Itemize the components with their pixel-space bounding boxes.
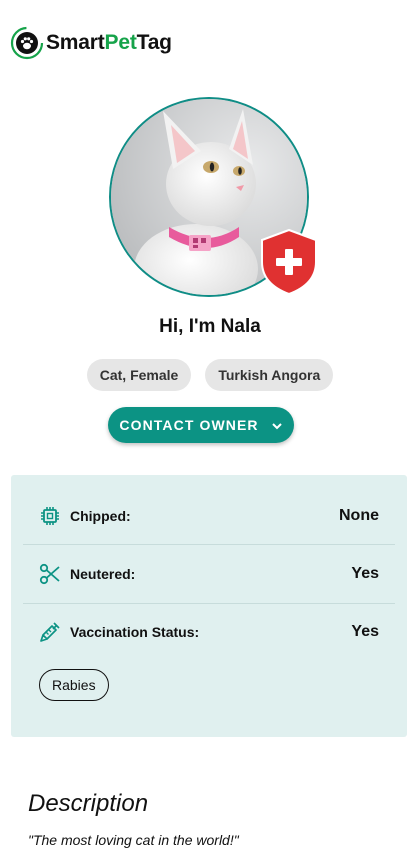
info-label-vaccination: Vaccination Status: (70, 624, 200, 640)
description-heading: Description (28, 790, 149, 817)
info-row-chipped: Chipped: None (23, 487, 395, 545)
pet-tags: Cat, Female Turkish Angora (0, 359, 420, 391)
chip-icon (39, 505, 61, 527)
info-row-neutered: Neutered: Yes (23, 545, 395, 603)
brand-name[interactable]: SmartPetTag (46, 31, 172, 55)
pet-avatar (109, 97, 317, 297)
info-value-chipped: None (339, 507, 379, 524)
app-header: SmartPetTag (10, 26, 172, 60)
contact-owner-button[interactable]: CONTACT OWNER (108, 407, 294, 443)
brand-part-pet: Pet (104, 31, 137, 54)
info-value-neutered: Yes (351, 565, 379, 582)
paw-signal-icon[interactable] (10, 26, 44, 60)
brand-part-smart: Smart (46, 31, 105, 54)
scissors-icon (39, 563, 61, 585)
pet-greeting: Hi, I'm Nala (159, 316, 261, 337)
info-label-neutered: Neutered: (70, 566, 136, 582)
info-row-vaccination: Vaccination Status: Yes (23, 603, 395, 661)
info-value-vaccination: Yes (351, 623, 379, 640)
brand-part-tag: Tag (136, 31, 172, 54)
tag-species-gender: Cat, Female (86, 359, 192, 391)
contact-owner-label: CONTACT OWNER (119, 417, 259, 433)
chevron-down-icon (271, 419, 283, 431)
info-label-chipped: Chipped: (70, 508, 131, 524)
tag-breed: Turkish Angora (205, 359, 334, 391)
syringe-icon (39, 621, 61, 643)
medical-shield-icon[interactable] (258, 228, 320, 296)
vaccine-chip-rabies[interactable]: Rabies (39, 669, 109, 701)
description-text: "The most loving cat in the world!" (28, 832, 239, 848)
health-info-card: Chipped: None Neutered: Yes Vaccination … (11, 475, 407, 737)
